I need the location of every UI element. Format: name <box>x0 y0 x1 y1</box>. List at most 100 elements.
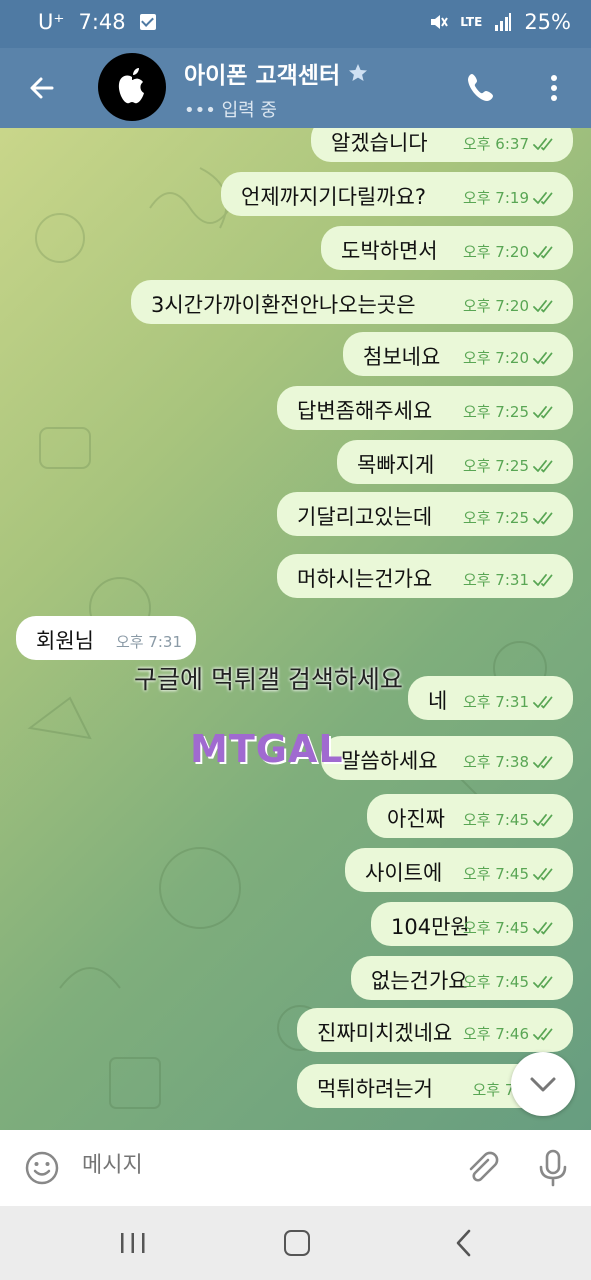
outgoing-message[interactable]: 알겠습니다 오후 6:37 <box>311 128 573 162</box>
chat-title-row[interactable]: 아이폰 고객센터 <box>184 56 368 90</box>
nav-back-icon[interactable] <box>452 1228 474 1258</box>
message-time: 오후 7:20 <box>462 297 529 315</box>
watermark-text: 구글에 먹튀갤 검색하세요 <box>134 665 403 694</box>
message-input[interactable] <box>80 1152 414 1179</box>
message-text: 알겠습니다 <box>331 131 428 155</box>
message-text: 첨보네요 <box>363 345 441 369</box>
message-time: 오후 7:45 <box>462 811 529 829</box>
double-check-icon <box>533 1027 553 1040</box>
double-check-icon <box>533 299 553 312</box>
message-time: 오후 7:45 <box>462 973 529 991</box>
message-meta: 오후 7:38 <box>463 751 559 772</box>
message-time: 오후 7:19 <box>462 189 529 207</box>
chevron-down-icon <box>530 1077 556 1092</box>
message-meta: 오후 7:31 <box>116 631 182 652</box>
message-composer <box>0 1130 591 1206</box>
outgoing-message[interactable]: 머하시는건가요 오후 7:31 <box>277 554 573 598</box>
typing-dots-icon: ••• <box>184 100 216 121</box>
message-meta: 오후 7:45 <box>463 917 559 938</box>
outgoing-message[interactable]: 언제까지기다릴까요? 오후 7:19 <box>221 172 573 216</box>
message-text: 사이트에 <box>365 861 443 885</box>
double-check-icon <box>533 351 553 364</box>
message-time: 오후 7:45 <box>462 865 529 883</box>
outgoing-message[interactable]: 네 오후 7:31 <box>408 676 573 720</box>
system-nav-bar <box>0 1206 591 1280</box>
outgoing-message[interactable]: 사이트에 오후 7:45 <box>345 848 573 892</box>
message-meta: 오후 7:31 <box>463 691 559 712</box>
outgoing-message[interactable]: 아진짜 오후 7:45 <box>367 794 573 838</box>
outgoing-message[interactable]: 진짜미치겠네요 오후 7:46 <box>297 1008 573 1052</box>
back-arrow-icon[interactable] <box>22 68 62 108</box>
scroll-down-button[interactable] <box>511 1052 575 1116</box>
message-text: 104만원 <box>391 915 470 939</box>
message-meta: 오후 6:37 <box>463 133 559 154</box>
message-text: 아진짜 <box>387 807 445 831</box>
message-time: 오후 6:37 <box>462 135 529 153</box>
message-text: 3시간가까이환전안나오는곳은 <box>151 293 416 317</box>
message-text: 먹튀하려는거 <box>317 1077 433 1101</box>
double-check-icon <box>533 459 553 472</box>
double-check-icon <box>533 813 553 826</box>
message-time: 오후 7:25 <box>462 403 529 421</box>
message-meta: 오후 7:46 <box>463 1023 559 1044</box>
outgoing-message[interactable]: 답변좀해주세요 오후 7:25 <box>277 386 573 430</box>
more-vertical-icon[interactable] <box>540 68 568 108</box>
message-time: 오후 7:20 <box>462 349 529 367</box>
recent-apps-icon[interactable] <box>118 1232 148 1254</box>
phone-icon[interactable] <box>462 68 502 108</box>
message-time: 오후 7:20 <box>462 243 529 261</box>
watermark-logo: MTGAL <box>190 726 400 772</box>
avatar[interactable] <box>98 53 166 121</box>
double-check-icon <box>533 137 553 150</box>
message-meta: 오후 7:20 <box>463 347 559 368</box>
message-meta: 오후 7:31 <box>463 569 559 590</box>
message-text: 언제까지기다릴까요? <box>241 185 427 209</box>
chat-area[interactable]: 알겠습니다 오후 6:37 언제까지기다릴까요? 오후 7:19 도박하면서 오후 7:2… <box>0 128 591 1130</box>
double-check-icon <box>533 975 553 988</box>
status-bar: U⁺ 7:48 LTE 25% <box>0 0 591 48</box>
message-time: 오후 7:25 <box>462 457 529 475</box>
paperclip-icon[interactable] <box>462 1148 502 1188</box>
double-check-icon <box>533 755 553 768</box>
outgoing-message[interactable]: 기달리고있는데 오후 7:25 <box>277 492 573 536</box>
outgoing-message[interactable]: 없는건가요 오후 7:45 <box>351 956 573 1000</box>
outgoing-message[interactable]: 도박하면서 오후 7:20 <box>321 226 573 270</box>
double-check-icon <box>533 921 553 934</box>
message-text: 도박하면서 <box>341 239 438 263</box>
message-time: 오후 7:31 <box>462 693 529 711</box>
message-time: 오후 7:38 <box>462 753 529 771</box>
double-check-icon <box>533 695 553 708</box>
battery-percent: 25% <box>524 10 571 34</box>
message-time: 오후 7:46 <box>462 1025 529 1043</box>
message-time: 오후 7:25 <box>462 509 529 527</box>
double-check-icon <box>533 511 553 524</box>
double-check-icon <box>533 573 553 586</box>
message-text: 머하시는건가요 <box>297 567 433 591</box>
chat-title: 아이폰 고객센터 <box>184 63 341 89</box>
home-icon[interactable] <box>284 1230 310 1256</box>
outgoing-message[interactable]: 목빠지게 오후 7:25 <box>337 440 573 484</box>
star-icon <box>349 64 368 81</box>
carrier-label: U⁺ <box>38 10 65 34</box>
message-meta: 오후 7:25 <box>463 401 559 422</box>
microphone-icon[interactable] <box>536 1148 570 1188</box>
message-time: 오후 7:31 <box>115 633 182 651</box>
emoji-icon[interactable] <box>24 1150 60 1186</box>
network-type: LTE <box>460 15 483 29</box>
double-check-icon <box>533 867 553 880</box>
message-time: 오후 7:45 <box>462 919 529 937</box>
message-meta: 오후 7:19 <box>463 187 559 208</box>
outgoing-message[interactable]: 104만원 오후 7:45 <box>371 902 573 946</box>
outgoing-message[interactable]: 3시간가까이환전안나오는곳은 오후 7:20 <box>131 280 573 324</box>
message-text: 회원님 <box>36 629 94 653</box>
double-check-icon <box>533 405 553 418</box>
message-meta: 오후 7:25 <box>463 455 559 476</box>
message-meta: 오후 7:20 <box>463 241 559 262</box>
double-check-icon <box>533 191 553 204</box>
signal-icon <box>495 13 512 31</box>
incoming-message[interactable]: 회원님 오후 7:31 <box>16 616 196 660</box>
message-text: 네 <box>428 689 448 713</box>
outgoing-message[interactable]: 첨보네요 오후 7:20 <box>343 332 573 376</box>
chat-header: 아이폰 고객센터 ••• 입력 중 <box>0 48 591 128</box>
message-meta: 오후 7:45 <box>463 863 559 884</box>
